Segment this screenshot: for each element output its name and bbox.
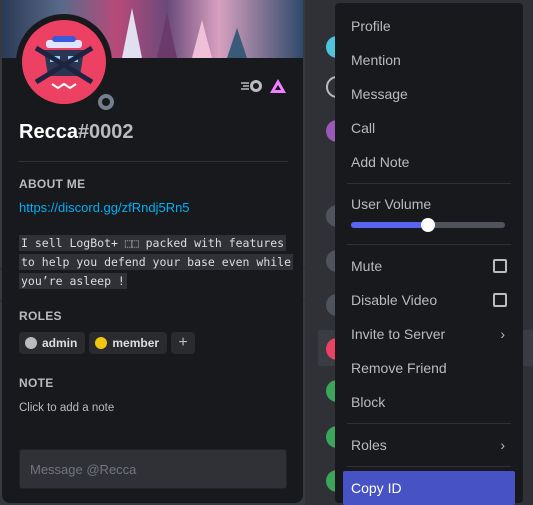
menu-separator [347, 244, 511, 245]
menu-item-message[interactable]: Message [343, 77, 515, 111]
avatar [22, 20, 106, 104]
role-pill-admin[interactable]: admin [19, 332, 86, 354]
user-volume-control: User Volume [343, 188, 515, 240]
roles-title: ROLES [19, 309, 62, 323]
user-volume-label: User Volume [351, 196, 432, 212]
note-title: NOTE [19, 376, 54, 390]
slider-handle[interactable] [421, 218, 435, 232]
profile-avatar[interactable] [16, 14, 118, 114]
banner-art [192, 20, 212, 58]
menu-item-copy-id[interactable]: Copy ID [343, 471, 515, 505]
menu-item-label: Disable Video [351, 292, 438, 308]
role-pill-member[interactable]: member [89, 332, 168, 354]
note-input[interactable]: Click to add a note [19, 402, 114, 414]
role-label: member [112, 336, 160, 350]
banner-art [122, 8, 142, 58]
menu-item-roles[interactable]: Roles › [343, 428, 515, 462]
menu-separator [347, 183, 511, 184]
role-color-dot [95, 337, 108, 349]
nitro-badge-icon[interactable] [269, 78, 287, 94]
status-indicator [94, 90, 118, 114]
role-label: admin [42, 336, 78, 350]
offline-status-icon [98, 94, 114, 110]
bio-line: I sell LogBot+ ⬚⬚ packed with features [19, 235, 287, 251]
profile-badges [241, 78, 287, 94]
role-color-dot [25, 337, 37, 349]
divider [18, 161, 288, 162]
user-context-menu: Profile Mention Message Call Add Note Us… [335, 3, 523, 505]
profile-link[interactable]: https://discord.gg/zfRndj5Rn5 [19, 200, 190, 215]
robot-avatar-icon [34, 36, 94, 90]
menu-item-profile[interactable]: Profile [343, 9, 515, 43]
menu-item-mute[interactable]: Mute [343, 249, 515, 283]
banner-art [157, 13, 177, 58]
menu-item-call[interactable]: Call [343, 111, 515, 145]
menu-item-label: Invite to Server [351, 326, 446, 342]
menu-item-invite-to-server[interactable]: Invite to Server › [343, 317, 515, 351]
banner-art [227, 28, 247, 58]
discriminator: #0002 [77, 121, 134, 143]
add-role-plus-icon[interactable]: + [171, 332, 196, 354]
profile-username: Recca#0002 [19, 121, 134, 144]
message-input[interactable] [19, 449, 287, 489]
username: Recca [19, 121, 78, 143]
disable-video-checkbox[interactable] [493, 293, 507, 307]
user-profile-popout: Recca#0002 ABOUT ME https://discord.gg/z… [2, 0, 303, 503]
chevron-right-icon: › [500, 326, 505, 342]
menu-item-add-note[interactable]: Add Note [343, 145, 515, 179]
roles-list: admin member + [19, 332, 196, 354]
menu-item-label: Roles [351, 437, 387, 453]
menu-item-label: Mute [351, 258, 383, 274]
bio-line: to help you defend your base even while [19, 254, 294, 270]
chevron-right-icon: › [500, 437, 505, 453]
menu-item-disable-video[interactable]: Disable Video [343, 283, 515, 317]
mute-checkbox[interactable] [493, 259, 507, 273]
hypesquad-speed-badge-icon[interactable] [241, 79, 263, 93]
slider-fill [351, 222, 428, 228]
profile-bio: I sell LogBot+ ⬚⬚ packed with features t… [19, 234, 294, 291]
menu-item-block[interactable]: Block [343, 385, 515, 419]
bio-line: you’re asleep ! [19, 273, 127, 289]
about-me-title: ABOUT ME [19, 177, 86, 191]
user-volume-slider[interactable] [351, 218, 505, 232]
menu-separator [347, 423, 511, 424]
menu-item-mention[interactable]: Mention [343, 43, 515, 77]
menu-separator [347, 466, 511, 467]
menu-item-remove-friend[interactable]: Remove Friend [343, 351, 515, 385]
